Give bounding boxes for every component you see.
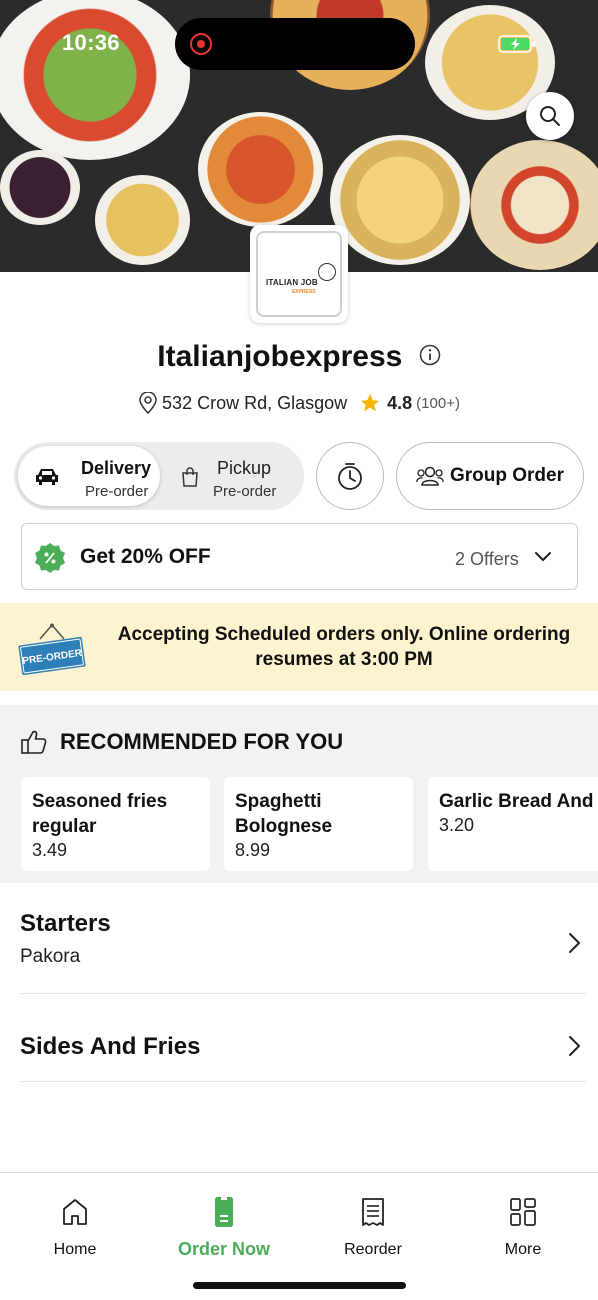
discount-badge-icon xyxy=(35,543,65,573)
search-button[interactable] xyxy=(526,92,574,140)
rating-value: 4.8 xyxy=(387,392,413,413)
restaurant-name: Italianjobexpress xyxy=(157,340,403,373)
car-icon xyxy=(36,469,58,485)
pizza-plate-2 xyxy=(470,140,598,270)
pickup-sublabel: Pre-order xyxy=(213,483,277,500)
delivery-sublabel: Pre-order xyxy=(85,483,149,500)
recommended-header: RECOMMENDED FOR YOU xyxy=(20,729,343,755)
stopwatch-icon xyxy=(338,463,362,490)
chevron-right-icon xyxy=(569,1036,580,1056)
pickup-option[interactable]: Pickup Pre-order xyxy=(164,446,300,506)
spaghetti-plate xyxy=(198,112,323,227)
pickup-label: Pickup xyxy=(217,458,272,478)
chevron-down-icon xyxy=(535,552,551,561)
battery-icon xyxy=(498,35,535,53)
group-order-button[interactable]: Group Order xyxy=(396,442,584,510)
offer-count: 2 Offers xyxy=(455,549,519,569)
rating-count: (100+) xyxy=(416,394,460,412)
nav-order-now-label: Order Now xyxy=(177,1239,270,1259)
thumbs-up-icon xyxy=(21,730,47,754)
nav-order-now[interactable]: Order Now xyxy=(149,1195,299,1260)
order-icon xyxy=(215,1197,233,1227)
pasta-plate xyxy=(330,135,470,265)
recommended-item-name: Seasoned fries regular xyxy=(32,791,168,837)
receipt-icon xyxy=(362,1198,384,1226)
recording-icon xyxy=(190,33,212,55)
search-icon xyxy=(540,106,560,126)
recommended-card[interactable]: Spaghetti Bolognese 8.99 xyxy=(224,777,413,871)
bag-icon xyxy=(182,467,198,487)
restaurant-logo: ITALIAN JOB EXPRESS xyxy=(250,225,348,323)
salad-plate xyxy=(0,0,190,160)
category-title: Sides And Fries xyxy=(20,1033,201,1060)
recommended-item-price: 3.49 xyxy=(32,840,68,860)
schedule-button[interactable] xyxy=(316,442,384,510)
chevron-right-icon xyxy=(569,933,580,953)
nav-more-label: More xyxy=(504,1241,542,1258)
tortellini-plate xyxy=(95,175,190,265)
group-order-label: Group Order xyxy=(449,465,564,486)
recommended-item-price: 8.99 xyxy=(235,840,271,860)
recommended-title: RECOMMENDED FOR YOU xyxy=(60,729,344,754)
home-indicator xyxy=(193,1282,406,1289)
recommended-item-name: Spaghetti Bolognese xyxy=(235,791,333,837)
recommended-card[interactable]: Garlic Bread And Cheese 10 Inch 3.20 xyxy=(428,777,598,871)
restaurant-meta: 532 Crow Rd, Glasgow 4.8 (100+) xyxy=(0,392,598,414)
recommended-section: RECOMMENDED FOR YOU Seasoned fries regul… xyxy=(0,705,598,883)
restaurant-address[interactable]: 532 Crow Rd, Glasgow xyxy=(162,393,347,414)
group-icon xyxy=(416,466,444,486)
delivery-label: Delivery xyxy=(81,458,152,478)
nav-more[interactable]: More xyxy=(448,1195,598,1259)
recommended-item-name: Garlic Bread And Cheese 10 Inch xyxy=(439,791,598,812)
offers-card[interactable]: Get 20% OFF 2 Offers xyxy=(21,523,578,590)
restaurant-name-row: Italianjobexpress xyxy=(0,340,598,374)
status-time: 10:36 xyxy=(62,30,120,55)
nav-reorder[interactable]: Reorder xyxy=(298,1195,448,1259)
recommended-item-price: 3.20 xyxy=(439,815,475,835)
bottom-navigation: Home Order Now Reorder More xyxy=(0,1172,598,1300)
category-row-sides[interactable]: Sides And Fries xyxy=(20,1033,586,1082)
nav-home[interactable]: Home xyxy=(0,1195,150,1259)
category-title: Starters xyxy=(20,910,111,937)
logo-seal-icon xyxy=(318,263,336,281)
home-icon xyxy=(63,1199,87,1225)
info-icon[interactable] xyxy=(419,344,441,366)
delivery-option[interactable]: Delivery Pre-order xyxy=(18,446,160,506)
category-subtitle: Pakora xyxy=(20,946,81,967)
star-icon xyxy=(360,393,380,412)
offer-title: Get 20% OFF xyxy=(80,545,211,568)
logo-subtext: EXPRESS xyxy=(292,289,316,295)
nav-reorder-label: Reorder xyxy=(344,1241,402,1258)
location-pin-icon xyxy=(139,392,157,414)
dynamic-island xyxy=(175,18,415,70)
nav-home-label: Home xyxy=(53,1241,97,1258)
recommended-card[interactable]: Seasoned fries regular 3.49 xyxy=(21,777,210,871)
grid-icon xyxy=(510,1198,536,1226)
category-row-starters[interactable]: Starters Pakora xyxy=(20,910,586,994)
order-mode-toggle: Delivery Pre-order Pickup Pre-order xyxy=(14,442,304,510)
preorder-banner: PRE-ORDER Accepting Scheduled orders onl… xyxy=(0,603,598,691)
logo-text: ITALIAN JOB xyxy=(266,278,318,287)
olives-plate xyxy=(0,150,80,225)
preorder-sign-icon: PRE-ORDER xyxy=(18,623,86,675)
banner-message: Accepting Scheduled orders only. Online … xyxy=(117,624,571,670)
